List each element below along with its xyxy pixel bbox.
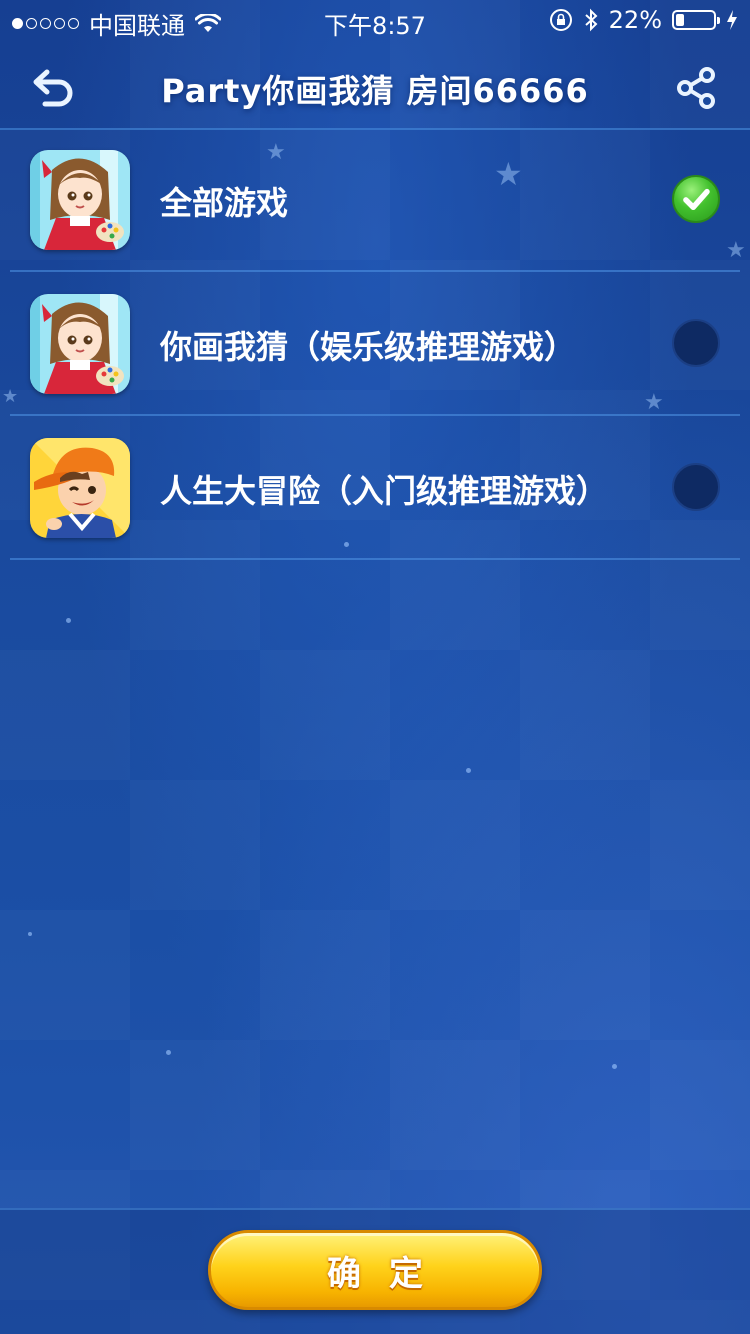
sparkle-dot: [612, 1064, 617, 1069]
back-button[interactable]: [26, 60, 82, 116]
girl-painter-avatar-icon: [30, 294, 130, 394]
battery-percentage: 22%: [608, 6, 662, 34]
status-bar: 中国联通 下午8:57 22%: [0, 0, 750, 40]
screen: ★ ★ ★ ★ ★ 中国联通 下午8:57 22% Party你画我猜 房间66…: [0, 0, 750, 1334]
game-option-draw-guess[interactable]: 你画我猜（娱乐级推理游戏）: [10, 274, 740, 416]
share-icon: [677, 67, 715, 109]
game-option-life-adventure[interactable]: 人生大冒险（入门级推理游戏）: [10, 418, 740, 560]
game-option-all[interactable]: 全部游戏: [10, 130, 740, 272]
sparkle-dot: [466, 768, 471, 773]
charging-bolt-icon: [727, 10, 737, 30]
confirm-button-label: 确定: [327, 1253, 451, 1294]
boy-cap-avatar-icon: [30, 438, 130, 538]
status-right: 22%: [549, 6, 738, 34]
game-label: 人生大冒险（入门级推理游戏）: [160, 472, 609, 510]
game-label: 你画我猜（娱乐级推理游戏）: [160, 328, 577, 366]
selection-radio[interactable]: [672, 463, 720, 511]
rotation-lock-icon: [549, 9, 572, 31]
bottom-action-bar: 确定: [0, 1208, 750, 1334]
nav-bar: Party你画我猜 房间66666: [0, 40, 750, 130]
sparkle-dot: [28, 932, 32, 936]
battery-level: [676, 14, 684, 26]
game-list: 全部游戏 你画我猜（娱乐级推理游戏） 人生大冒险（入门级推理游戏）: [0, 130, 750, 560]
share-button[interactable]: [668, 60, 724, 116]
sparkle-dot: [166, 1050, 171, 1055]
checkmark-icon: [683, 188, 710, 210]
bluetooth-icon: [584, 8, 598, 32]
selection-radio-checked[interactable]: [672, 175, 720, 223]
battery-icon: [672, 10, 720, 30]
back-arrow-icon: [33, 69, 73, 107]
sparkle-dot: [66, 618, 71, 623]
confirm-button[interactable]: 确定: [208, 1230, 542, 1310]
page-title: Party你画我猜 房间66666: [161, 72, 589, 110]
game-label: 全部游戏: [160, 184, 289, 222]
girl-painter-avatar-icon: [30, 150, 130, 250]
selection-radio[interactable]: [672, 319, 720, 367]
